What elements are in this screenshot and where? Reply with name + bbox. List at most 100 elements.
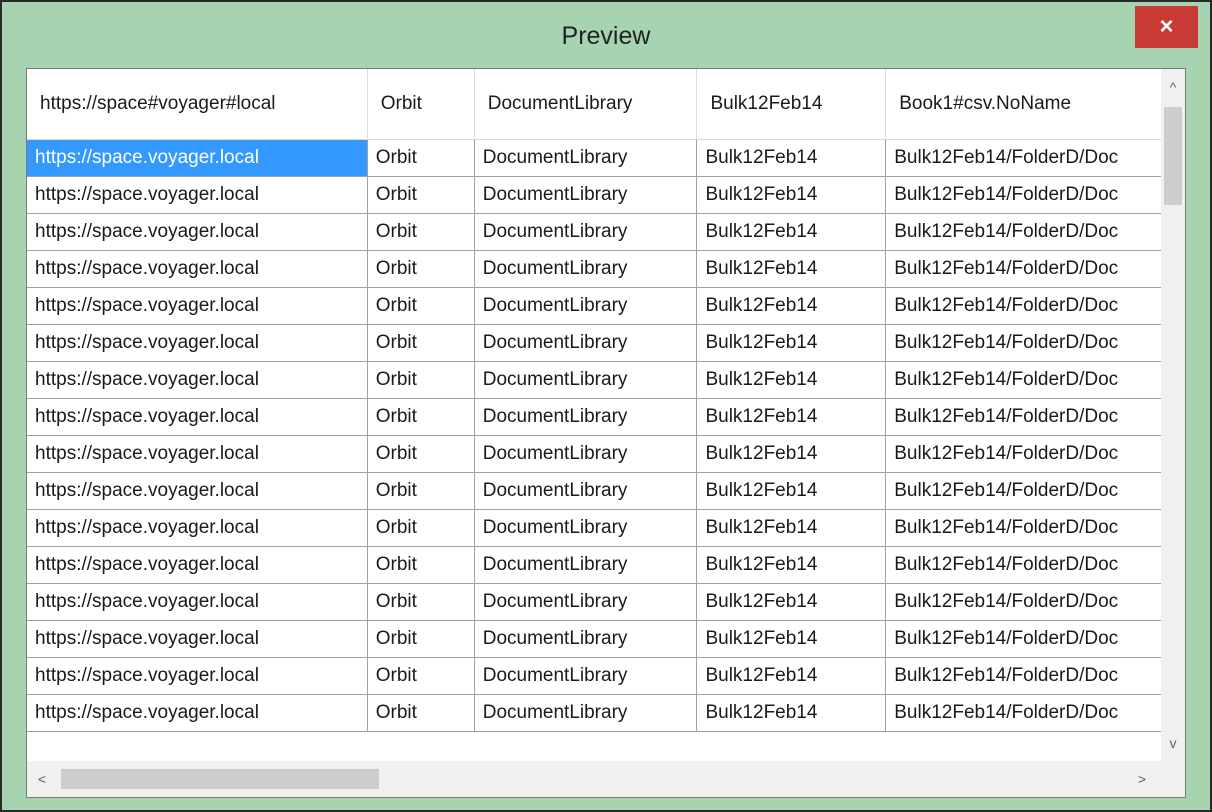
table-row[interactable]: https://space.voyager.local Orbit Document… bbox=[27, 435, 1185, 473]
table-cell[interactable]: DocumentLibrary bbox=[474, 398, 698, 436]
table-cell[interactable]: DocumentLibrary bbox=[474, 287, 698, 325]
table-cell[interactable]: Orbit bbox=[367, 694, 475, 732]
table-row[interactable]: https://space.voyager.local Orbit Document… bbox=[27, 694, 1185, 732]
table-cell[interactable]: Bulk12Feb14/FolderD/Doc bbox=[885, 546, 1185, 584]
table-cell[interactable]: Bulk12Feb14 bbox=[696, 324, 887, 362]
table-cell[interactable]: DocumentLibrary bbox=[474, 324, 698, 362]
table-cell[interactable]: https://space.voyager.local bbox=[27, 657, 368, 695]
table-cell[interactable]: https://space.voyager.local bbox=[27, 583, 368, 621]
vertical-scrollbar[interactable]: ^ v bbox=[1161, 69, 1185, 761]
table-cell[interactable]: https://space.voyager.local bbox=[27, 361, 368, 399]
table-cell[interactable]: Bulk12Feb14/FolderD/Doc bbox=[885, 361, 1185, 399]
table-cell[interactable]: Orbit bbox=[367, 287, 475, 325]
table-cell[interactable]: Bulk12Feb14/FolderD/Doc bbox=[885, 620, 1185, 658]
table-row[interactable]: https://space.voyager.local Orbit Document… bbox=[27, 287, 1185, 325]
scroll-left-icon[interactable]: < bbox=[31, 767, 53, 791]
table-cell[interactable]: DocumentLibrary bbox=[474, 546, 698, 584]
table-cell[interactable]: https://space.voyager.local bbox=[27, 509, 368, 547]
table-cell[interactable]: Bulk12Feb14/FolderD/Doc bbox=[885, 250, 1185, 288]
table-row[interactable]: https://space.voyager.local Orbit Document… bbox=[27, 213, 1185, 251]
column-header[interactable]: DocumentLibrary bbox=[474, 69, 698, 140]
table-cell[interactable]: Bulk12Feb14 bbox=[696, 657, 887, 695]
column-header[interactable]: Bulk12Feb14 bbox=[696, 69, 887, 140]
table-cell[interactable]: Bulk12Feb14/FolderD/Doc bbox=[885, 176, 1185, 214]
table-cell[interactable]: Bulk12Feb14/FolderD/Doc bbox=[885, 435, 1185, 473]
table-cell[interactable]: DocumentLibrary bbox=[474, 694, 698, 732]
table-row[interactable]: https://space.voyager.local Orbit Document… bbox=[27, 620, 1185, 658]
table-cell[interactable]: Orbit bbox=[367, 435, 475, 473]
table-cell[interactable]: Orbit bbox=[367, 139, 475, 177]
table-cell[interactable]: https://space.voyager.local bbox=[27, 324, 368, 362]
table-cell[interactable]: DocumentLibrary bbox=[474, 176, 698, 214]
table-cell[interactable]: Bulk12Feb14 bbox=[696, 583, 887, 621]
table-cell[interactable]: Orbit bbox=[367, 398, 475, 436]
table-cell[interactable]: Bulk12Feb14/FolderD/Doc bbox=[885, 657, 1185, 695]
table-cell[interactable]: Bulk12Feb14/FolderD/Doc bbox=[885, 694, 1185, 732]
table-cell[interactable]: DocumentLibrary bbox=[474, 620, 698, 658]
table-row[interactable]: https://space.voyager.local Orbit Document… bbox=[27, 509, 1185, 547]
table-cell[interactable]: DocumentLibrary bbox=[474, 472, 698, 510]
table-cell[interactable]: DocumentLibrary bbox=[474, 139, 698, 177]
table-cell[interactable]: Orbit bbox=[367, 324, 475, 362]
horizontal-scroll-thumb[interactable] bbox=[61, 769, 379, 789]
table-cell[interactable]: DocumentLibrary bbox=[474, 509, 698, 547]
table-row[interactable]: https://space.voyager.local Orbit Document… bbox=[27, 546, 1185, 584]
close-button[interactable]: × bbox=[1135, 6, 1198, 48]
table-cell[interactable]: Bulk12Feb14 bbox=[696, 620, 887, 658]
table-cell[interactable]: Bulk12Feb14 bbox=[696, 176, 887, 214]
table-cell[interactable]: Orbit bbox=[367, 472, 475, 510]
vertical-scroll-thumb[interactable] bbox=[1164, 107, 1182, 205]
table-cell[interactable]: DocumentLibrary bbox=[474, 583, 698, 621]
table-cell[interactable]: https://space.voyager.local bbox=[27, 620, 368, 658]
table-cell[interactable]: Orbit bbox=[367, 509, 475, 547]
table-cell[interactable]: Bulk12Feb14 bbox=[696, 435, 887, 473]
table-cell[interactable]: Bulk12Feb14/FolderD/Doc bbox=[885, 139, 1185, 177]
table-cell[interactable]: Bulk12Feb14/FolderD/Doc bbox=[885, 509, 1185, 547]
table-cell[interactable]: DocumentLibrary bbox=[474, 361, 698, 399]
table-cell[interactable]: https://space.voyager.local bbox=[27, 250, 368, 288]
table-cell[interactable]: Orbit bbox=[367, 657, 475, 695]
scroll-up-icon[interactable]: ^ bbox=[1161, 75, 1185, 99]
preview-grid[interactable]: https://space#voyager#local Orbit Document… bbox=[26, 68, 1186, 798]
table-cell[interactable]: https://space.voyager.local bbox=[27, 287, 368, 325]
table-cell[interactable]: Bulk12Feb14 bbox=[696, 546, 887, 584]
table-cell[interactable]: Bulk12Feb14 bbox=[696, 398, 887, 436]
table-cell[interactable]: https://space.voyager.local bbox=[27, 472, 368, 510]
table-cell[interactable]: DocumentLibrary bbox=[474, 435, 698, 473]
table-cell[interactable]: Bulk12Feb14/FolderD/Doc bbox=[885, 583, 1185, 621]
table-cell[interactable]: https://space.voyager.local bbox=[27, 694, 368, 732]
table-row[interactable]: https://space.voyager.local Orbit Document… bbox=[27, 657, 1185, 695]
column-header[interactable]: https://space#voyager#local bbox=[27, 69, 368, 140]
table-row[interactable]: https://space.voyager.local Orbit Document… bbox=[27, 324, 1185, 362]
table-cell[interactable]: DocumentLibrary bbox=[474, 657, 698, 695]
table-cell[interactable]: Bulk12Feb14/FolderD/Doc bbox=[885, 472, 1185, 510]
column-header[interactable]: Book1#csv.NoName bbox=[885, 69, 1185, 140]
table-cell[interactable]: Bulk12Feb14 bbox=[696, 472, 887, 510]
table-cell[interactable]: DocumentLibrary bbox=[474, 250, 698, 288]
table-cell[interactable]: Bulk12Feb14 bbox=[696, 139, 887, 177]
table-row[interactable]: https://space.voyager.local Orbit Document… bbox=[27, 398, 1185, 436]
scroll-down-icon[interactable]: v bbox=[1161, 731, 1185, 755]
table-cell[interactable]: Orbit bbox=[367, 546, 475, 584]
table-cell[interactable]: Orbit bbox=[367, 176, 475, 214]
table-row[interactable]: https://space.voyager.local Orbit Document… bbox=[27, 583, 1185, 621]
table-cell[interactable]: Orbit bbox=[367, 213, 475, 251]
scroll-right-icon[interactable]: > bbox=[1131, 767, 1153, 791]
table-cell[interactable]: DocumentLibrary bbox=[474, 213, 698, 251]
table-cell[interactable]: https://space.voyager.local bbox=[27, 398, 368, 436]
table-cell[interactable]: https://space.voyager.local bbox=[27, 176, 368, 214]
table-cell[interactable]: https://space.voyager.local bbox=[27, 139, 368, 177]
horizontal-scrollbar[interactable]: < > bbox=[27, 761, 1161, 797]
table-cell[interactable]: Bulk12Feb14 bbox=[696, 361, 887, 399]
table-cell[interactable]: https://space.voyager.local bbox=[27, 213, 368, 251]
table-cell[interactable]: Bulk12Feb14 bbox=[696, 250, 887, 288]
table-cell[interactable]: Bulk12Feb14 bbox=[696, 287, 887, 325]
table-cell[interactable]: Bulk12Feb14/FolderD/Doc bbox=[885, 398, 1185, 436]
table-cell[interactable]: Bulk12Feb14/FolderD/Doc bbox=[885, 287, 1185, 325]
table-cell[interactable]: Orbit bbox=[367, 620, 475, 658]
table-row[interactable]: https://space.voyager.local Orbit Document… bbox=[27, 250, 1185, 288]
table-cell[interactable]: https://space.voyager.local bbox=[27, 435, 368, 473]
table-cell[interactable]: Bulk12Feb14/FolderD/Doc bbox=[885, 324, 1185, 362]
table-cell[interactable]: Orbit bbox=[367, 250, 475, 288]
table-cell[interactable]: Orbit bbox=[367, 583, 475, 621]
